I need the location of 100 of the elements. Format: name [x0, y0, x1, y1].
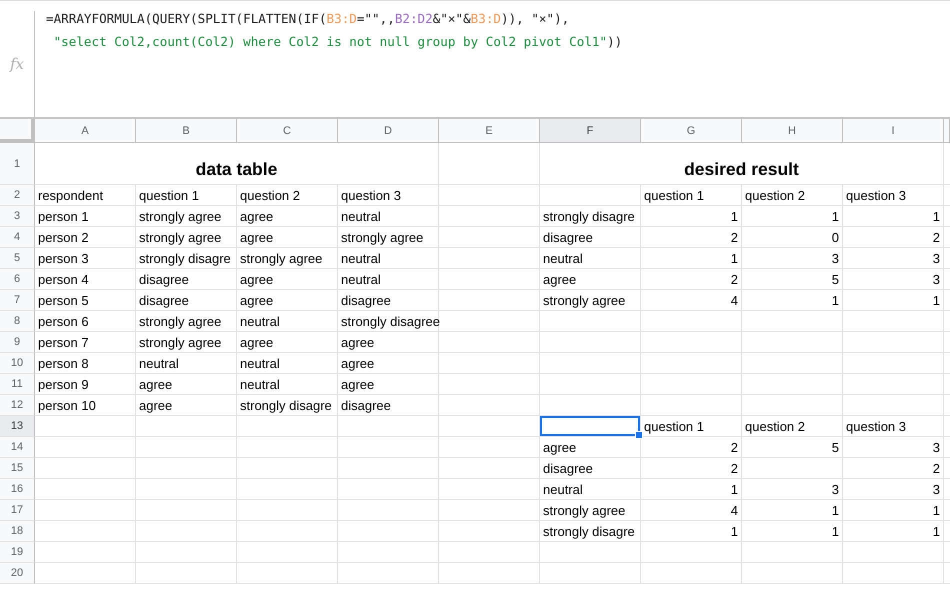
- row-header[interactable]: 6: [0, 269, 35, 290]
- table-cell[interactable]: 1: [742, 500, 843, 521]
- title-cell[interactable]: desired result: [540, 143, 944, 185]
- table-cell[interactable]: [338, 521, 439, 542]
- table-cell[interactable]: 2: [641, 227, 742, 248]
- table-cell[interactable]: question 2: [742, 416, 843, 437]
- table-cell[interactable]: [439, 185, 540, 206]
- row-header[interactable]: 5: [0, 248, 35, 269]
- table-cell[interactable]: [540, 395, 641, 416]
- table-cell[interactable]: person 5: [35, 290, 136, 311]
- table-cell[interactable]: neutral: [237, 353, 338, 374]
- table-cell[interactable]: agree: [237, 332, 338, 353]
- column-header[interactable]: F: [540, 119, 641, 143]
- table-cell[interactable]: agree: [540, 269, 641, 290]
- table-cell[interactable]: 4: [641, 500, 742, 521]
- table-cell[interactable]: person 6: [35, 311, 136, 332]
- row-header[interactable]: 3: [0, 206, 35, 227]
- table-cell[interactable]: 5: [742, 269, 843, 290]
- table-cell[interactable]: neutral: [237, 311, 338, 332]
- table-cell[interactable]: person 10: [35, 395, 136, 416]
- table-cell[interactable]: [742, 395, 843, 416]
- table-cell[interactable]: [136, 563, 237, 584]
- table-cell[interactable]: strongly agree: [136, 227, 237, 248]
- row-header[interactable]: 10: [0, 353, 35, 374]
- table-cell[interactable]: [439, 353, 540, 374]
- column-header[interactable]: A: [35, 119, 136, 143]
- table-cell[interactable]: agree: [540, 437, 641, 458]
- table-cell[interactable]: [136, 500, 237, 521]
- table-cell[interactable]: strongly agree: [540, 500, 641, 521]
- table-cell[interactable]: 3: [843, 269, 944, 290]
- table-cell[interactable]: agree: [136, 395, 237, 416]
- table-cell[interactable]: [237, 500, 338, 521]
- table-cell[interactable]: [439, 563, 540, 584]
- table-cell[interactable]: neutral: [540, 248, 641, 269]
- table-cell[interactable]: agree: [237, 290, 338, 311]
- table-cell[interactable]: strongly agree: [338, 227, 439, 248]
- table-cell[interactable]: 3: [843, 248, 944, 269]
- table-cell[interactable]: neutral: [338, 248, 439, 269]
- table-cell[interactable]: [540, 353, 641, 374]
- table-cell[interactable]: person 1: [35, 206, 136, 227]
- table-cell[interactable]: [439, 479, 540, 500]
- table-cell[interactable]: strongly agree: [237, 248, 338, 269]
- table-cell[interactable]: [237, 437, 338, 458]
- table-cell[interactable]: [338, 479, 439, 500]
- table-cell[interactable]: [439, 500, 540, 521]
- table-cell[interactable]: question 3: [843, 185, 944, 206]
- row-header[interactable]: 15: [0, 458, 35, 479]
- table-cell[interactable]: [843, 353, 944, 374]
- table-cell[interactable]: [35, 521, 136, 542]
- table-cell[interactable]: 3: [843, 437, 944, 458]
- table-cell[interactable]: [237, 479, 338, 500]
- table-cell[interactable]: 1: [641, 479, 742, 500]
- table-cell[interactable]: [742, 353, 843, 374]
- table-cell[interactable]: 5: [742, 437, 843, 458]
- table-cell[interactable]: disagree: [338, 290, 439, 311]
- column-header[interactable]: B: [136, 119, 237, 143]
- table-cell[interactable]: [338, 563, 439, 584]
- table-cell[interactable]: 1: [742, 521, 843, 542]
- table-cell[interactable]: [439, 269, 540, 290]
- table-cell[interactable]: [540, 542, 641, 563]
- table-cell[interactable]: respondent: [35, 185, 136, 206]
- table-cell[interactable]: [540, 185, 641, 206]
- table-cell[interactable]: agree: [237, 227, 338, 248]
- row-header[interactable]: 12: [0, 395, 35, 416]
- table-cell[interactable]: agree: [338, 332, 439, 353]
- row-header[interactable]: 16: [0, 479, 35, 500]
- table-cell[interactable]: [35, 563, 136, 584]
- table-cell[interactable]: strongly disagre: [540, 206, 641, 227]
- table-cell[interactable]: disagree: [540, 227, 641, 248]
- table-cell[interactable]: agree: [338, 374, 439, 395]
- row-header[interactable]: 1: [0, 143, 35, 185]
- row-header[interactable]: 11: [0, 374, 35, 395]
- table-cell[interactable]: strongly disagre: [540, 521, 641, 542]
- table-cell[interactable]: 1: [742, 206, 843, 227]
- table-cell[interactable]: [136, 542, 237, 563]
- table-cell[interactable]: [641, 353, 742, 374]
- table-cell[interactable]: [338, 416, 439, 437]
- table-cell[interactable]: [35, 479, 136, 500]
- table-cell[interactable]: 3: [742, 248, 843, 269]
- table-cell[interactable]: neutral: [237, 374, 338, 395]
- table-cell[interactable]: [742, 332, 843, 353]
- table-cell[interactable]: 3: [742, 479, 843, 500]
- table-cell[interactable]: 2: [843, 227, 944, 248]
- table-cell[interactable]: [439, 521, 540, 542]
- table-cell[interactable]: [843, 395, 944, 416]
- column-header[interactable]: G: [641, 119, 742, 143]
- table-cell[interactable]: [742, 311, 843, 332]
- table-cell[interactable]: [439, 248, 540, 269]
- table-cell[interactable]: [540, 563, 641, 584]
- table-cell[interactable]: question 3: [843, 416, 944, 437]
- select-all-corner[interactable]: [0, 119, 35, 143]
- row-header[interactable]: 9: [0, 332, 35, 353]
- table-cell[interactable]: disagree: [540, 458, 641, 479]
- table-cell[interactable]: [843, 542, 944, 563]
- table-cell[interactable]: [136, 437, 237, 458]
- table-cell[interactable]: 1: [742, 290, 843, 311]
- table-cell[interactable]: strongly agree: [540, 290, 641, 311]
- table-cell[interactable]: question 3: [338, 185, 439, 206]
- table-cell[interactable]: [338, 500, 439, 521]
- table-cell[interactable]: [35, 416, 136, 437]
